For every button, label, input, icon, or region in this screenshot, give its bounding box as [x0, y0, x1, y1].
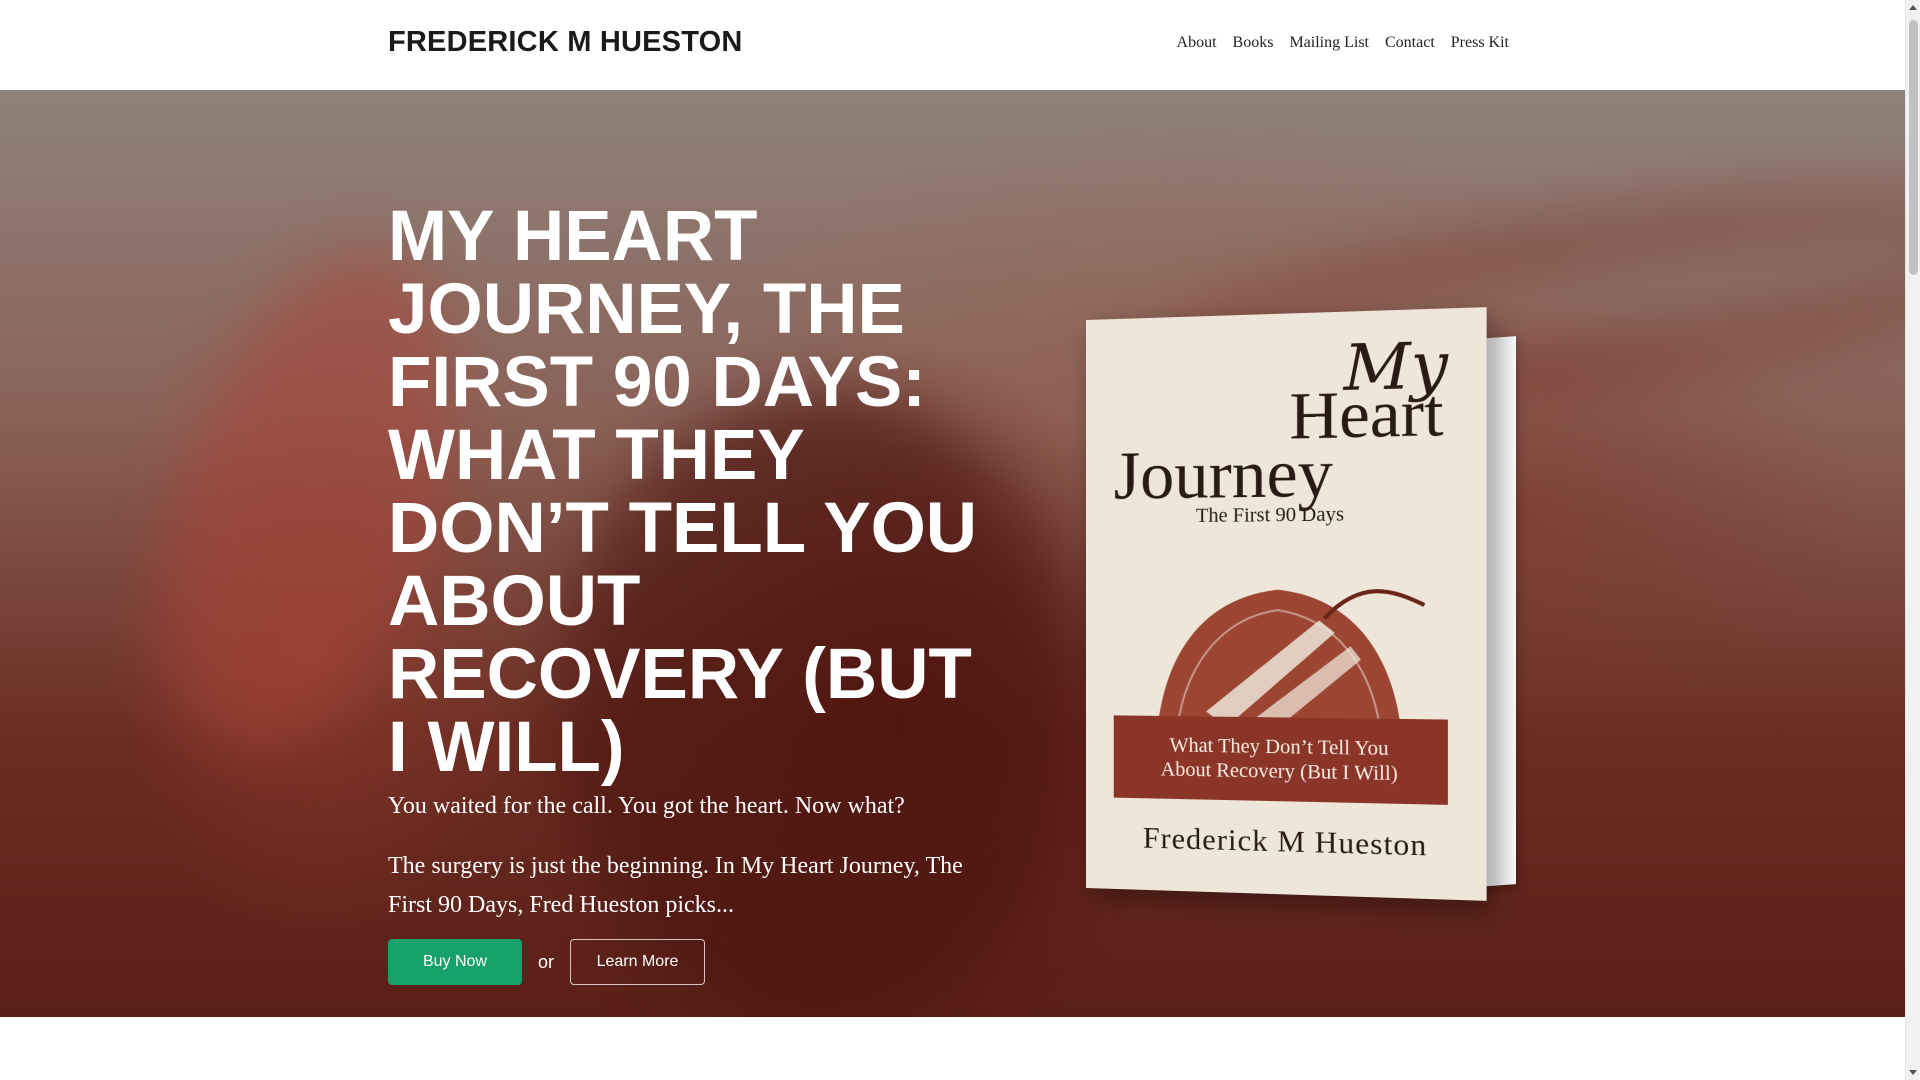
- main-nav: About Books Mailing List Contact Press K…: [1177, 34, 1509, 52]
- site-header: FREDERICK M HUESTON About Books Mailing …: [0, 0, 1905, 90]
- vertical-scrollbar[interactable]: [1905, 0, 1920, 1080]
- cover-title-journey: Journey: [1114, 437, 1333, 509]
- site-brand-link[interactable]: FREDERICK M HUESTON: [388, 26, 743, 59]
- nav-about[interactable]: About: [1177, 34, 1217, 52]
- buy-now-button[interactable]: Buy Now: [388, 939, 522, 985]
- hero-description: The surgery is just the beginning. In My…: [388, 847, 1008, 925]
- scroll-down-icon[interactable]: [1909, 1070, 1917, 1075]
- cover-banner-line2: About Recovery (But I Will): [1161, 757, 1398, 786]
- cta-row: Buy Now or Learn More: [388, 939, 705, 985]
- hero-section: MY HEART JOURNEY, THE FIRST 90 DAYS: WHA…: [0, 90, 1905, 1017]
- nav-mailing-list[interactable]: Mailing List: [1289, 34, 1369, 52]
- nav-contact[interactable]: Contact: [1385, 34, 1435, 52]
- hero-tagline: You waited for the call. You got the hea…: [388, 793, 1008, 820]
- nav-press-kit[interactable]: Press Kit: [1451, 34, 1509, 52]
- scrollbar-thumb[interactable]: [1909, 20, 1918, 275]
- hero-title: MY HEART JOURNEY, THE FIRST 90 DAYS: WHA…: [388, 200, 1008, 784]
- cover-subtitle: The First 90 Days: [1196, 503, 1344, 528]
- book-mockup[interactable]: My Heart Journey The First 90 Days What …: [1086, 320, 1516, 900]
- nav-books[interactable]: Books: [1233, 34, 1274, 52]
- learn-more-button[interactable]: Learn More: [570, 939, 705, 985]
- scroll-up-icon[interactable]: [1909, 5, 1917, 10]
- cover-author: Frederick M Hueston: [1116, 821, 1457, 865]
- cover-banner-line1: What They Don’t Tell You: [1170, 733, 1389, 761]
- book-cover[interactable]: My Heart Journey The First 90 Days What …: [1086, 307, 1487, 901]
- cta-or-text: or: [538, 952, 554, 973]
- cover-banner: What They Don’t Tell You About Recovery …: [1114, 715, 1448, 805]
